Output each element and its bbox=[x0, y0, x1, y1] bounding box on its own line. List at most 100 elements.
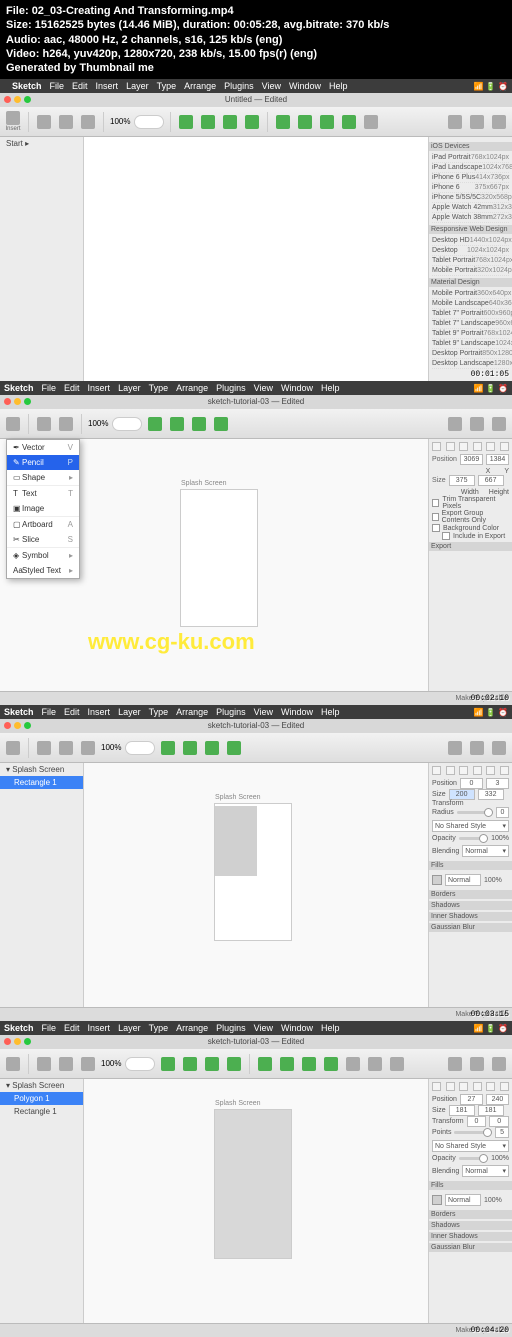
canvas[interactable] bbox=[84, 137, 428, 381]
layer-start[interactable]: Start ▸ bbox=[0, 137, 83, 150]
transform-1[interactable]: 0 bbox=[467, 1116, 487, 1127]
menu-arrange[interactable]: Arrange bbox=[176, 707, 208, 717]
blend-dropdown[interactable]: Normal▾ bbox=[462, 1165, 509, 1177]
shared-style-dropdown[interactable]: No Shared Style▾ bbox=[432, 1140, 509, 1152]
fill-swatch[interactable] bbox=[432, 875, 442, 885]
preset-item[interactable]: Apple Watch 38mm272x340px bbox=[432, 213, 509, 223]
shared-style-dropdown[interactable]: No Shared Style▾ bbox=[432, 820, 509, 832]
menu-insert[interactable]: Insert bbox=[88, 1023, 111, 1033]
scale-button[interactable] bbox=[243, 115, 261, 129]
app-name[interactable]: Sketch bbox=[4, 707, 34, 717]
size-h[interactable]: 181 bbox=[478, 1105, 504, 1116]
window-controls[interactable] bbox=[4, 722, 31, 729]
menu-layer[interactable]: Layer bbox=[118, 1023, 141, 1033]
fill-blend[interactable]: Normal bbox=[445, 874, 481, 886]
scale-button[interactable] bbox=[212, 417, 230, 431]
menu-help[interactable]: Help bbox=[321, 707, 340, 717]
create-symbol-button[interactable] bbox=[79, 1057, 97, 1071]
zoom-level[interactable]: 100% bbox=[110, 117, 130, 126]
export-button[interactable] bbox=[490, 741, 508, 755]
insert-styled-text[interactable]: AaStyled Text▸ bbox=[7, 563, 79, 578]
ungroup-button[interactable] bbox=[57, 115, 75, 129]
menu-layer[interactable]: Layer bbox=[126, 81, 149, 91]
insert-image[interactable]: ▣Image bbox=[7, 501, 79, 516]
scale-button[interactable] bbox=[225, 1057, 243, 1071]
group-button[interactable] bbox=[35, 741, 53, 755]
menu-insert[interactable]: Insert bbox=[88, 383, 111, 393]
preset-item[interactable]: Tablet 7" Landscape960x600px bbox=[432, 319, 509, 329]
backward-button[interactable] bbox=[388, 1057, 406, 1071]
transform-button[interactable] bbox=[199, 115, 217, 129]
preset-item[interactable]: iPhone 6 Plus414x736px bbox=[432, 173, 509, 183]
export-button[interactable] bbox=[490, 1057, 508, 1071]
menu-arrange[interactable]: Arrange bbox=[184, 81, 216, 91]
inspector[interactable]: Position03 Size200332 Transform Radius0 … bbox=[428, 763, 512, 1007]
preset-item[interactable]: iPad Landscape1024x768px bbox=[432, 163, 509, 173]
menu-file[interactable]: File bbox=[42, 1023, 57, 1033]
menu-window[interactable]: Window bbox=[281, 383, 313, 393]
union-button[interactable] bbox=[274, 115, 292, 129]
app-name[interactable]: Sketch bbox=[4, 1023, 34, 1033]
window-controls[interactable] bbox=[4, 1038, 31, 1045]
trim-checkbox[interactable]: Trim Transparent Pixels bbox=[432, 496, 509, 510]
forward-button[interactable] bbox=[366, 1057, 384, 1071]
inspector[interactable]: Position30691384 XY Size375667 WidthHeig… bbox=[428, 439, 512, 691]
group-button[interactable] bbox=[35, 417, 53, 431]
menu-layer[interactable]: Layer bbox=[118, 707, 141, 717]
mirror-button[interactable] bbox=[446, 741, 464, 755]
position-y[interactable]: 240 bbox=[486, 1094, 509, 1105]
preset-item[interactable]: iPad Portrait768x1024px bbox=[432, 153, 509, 163]
export-button[interactable] bbox=[490, 115, 508, 129]
insert-dropdown[interactable]: ✒VectorV ✎PencilP ▭Shape▸ TTextT ▣Image … bbox=[6, 439, 80, 579]
app-name[interactable]: Sketch bbox=[4, 383, 34, 393]
menu-edit[interactable]: Edit bbox=[64, 383, 80, 393]
transform-2[interactable]: 0 bbox=[489, 1116, 509, 1127]
menu-view[interactable]: View bbox=[254, 1023, 273, 1033]
menu-window[interactable]: Window bbox=[281, 707, 313, 717]
edit-button[interactable] bbox=[159, 741, 177, 755]
view-button[interactable] bbox=[468, 741, 486, 755]
scale-button[interactable] bbox=[225, 741, 243, 755]
size-w[interactable]: 181 bbox=[449, 1105, 475, 1116]
transform-button[interactable] bbox=[168, 417, 186, 431]
preset-group-web[interactable]: Responsive Web Design bbox=[429, 225, 512, 234]
insert-button[interactable] bbox=[4, 417, 22, 431]
inspector[interactable]: Position27240 Size181181 Transform00 Poi… bbox=[428, 1079, 512, 1323]
menu-type[interactable]: Type bbox=[149, 383, 169, 393]
position-x[interactable]: 3069 bbox=[460, 454, 483, 465]
flatten-button[interactable] bbox=[362, 115, 380, 129]
size-h[interactable]: 667 bbox=[478, 475, 504, 486]
size-h[interactable]: 332 bbox=[478, 789, 504, 800]
menu-help[interactable]: Help bbox=[321, 383, 340, 393]
opacity-slider[interactable] bbox=[459, 1157, 488, 1160]
preset-item[interactable]: Desktop Landscape1280x850px bbox=[432, 359, 509, 369]
align-controls[interactable] bbox=[432, 442, 509, 451]
menu-type[interactable]: Type bbox=[149, 1023, 169, 1033]
preset-item[interactable]: Desktop HD1440x1024px bbox=[432, 236, 509, 246]
rotate-button[interactable] bbox=[203, 741, 221, 755]
preset-item[interactable]: Apple Watch 42mm312x390px bbox=[432, 203, 509, 213]
rotate-button[interactable] bbox=[221, 115, 239, 129]
difference-button[interactable] bbox=[340, 115, 358, 129]
rotate-button[interactable] bbox=[203, 1057, 221, 1071]
export-button[interactable] bbox=[490, 417, 508, 431]
window-controls[interactable] bbox=[4, 398, 31, 405]
insert-symbol[interactable]: ◈Symbol▸ bbox=[7, 547, 79, 563]
include-export-checkbox[interactable]: Include in Export bbox=[442, 532, 509, 540]
menu-edit[interactable]: Edit bbox=[64, 707, 80, 717]
preset-item[interactable]: Desktop Portrait850x1280px bbox=[432, 349, 509, 359]
search-input[interactable] bbox=[125, 1057, 155, 1071]
subtract-button[interactable] bbox=[278, 1057, 296, 1071]
menu-type[interactable]: Type bbox=[149, 707, 169, 717]
rotate-button[interactable] bbox=[190, 417, 208, 431]
position-y[interactable]: 3 bbox=[486, 778, 509, 789]
menu-help[interactable]: Help bbox=[321, 1023, 340, 1033]
blend-dropdown[interactable]: Normal▾ bbox=[462, 845, 509, 857]
menu-arrange[interactable]: Arrange bbox=[176, 383, 208, 393]
preset-item[interactable]: Tablet 9" Portrait768x1024px bbox=[432, 329, 509, 339]
edit-button[interactable] bbox=[177, 115, 195, 129]
background-checkbox[interactable]: Background Color bbox=[432, 524, 509, 532]
mirror-button[interactable] bbox=[446, 417, 464, 431]
ungroup-button[interactable] bbox=[57, 741, 75, 755]
edit-button[interactable] bbox=[159, 1057, 177, 1071]
